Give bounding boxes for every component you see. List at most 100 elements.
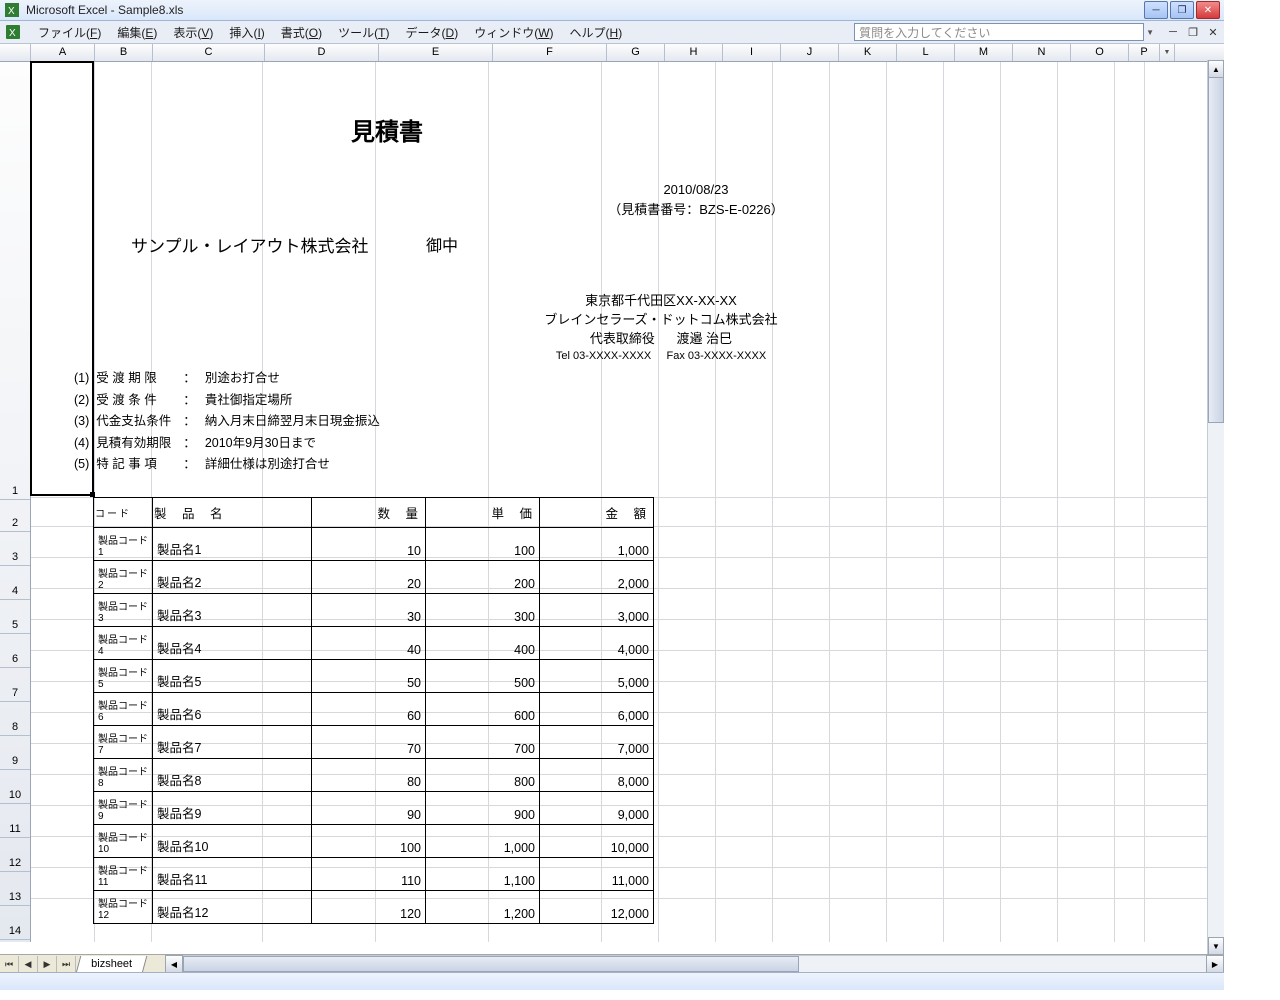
ask-question-box[interactable]: 質問を入力してください (854, 23, 1144, 41)
col-header-overflow-icon[interactable]: ▼ (1160, 44, 1175, 61)
menu-file[interactable]: ファイル(F) (30, 22, 109, 43)
select-all-corner[interactable] (0, 44, 31, 61)
row-header-4[interactable]: 4 (0, 566, 30, 600)
sheet-tab-active[interactable]: bizsheet (76, 956, 148, 973)
term-value: 詳細仕様は別途打合せ (204, 455, 381, 475)
menu-view[interactable]: 表示(V) (165, 22, 221, 43)
term-no: (5) (73, 455, 93, 475)
doc-restore-button[interactable]: ❐ (1186, 26, 1200, 38)
term-sep: ： (177, 391, 202, 411)
tab-nav-prev[interactable]: ◀ (19, 956, 38, 972)
menu-insert[interactable]: 挿入(I) (221, 22, 272, 43)
cell-qty: 100 (312, 825, 426, 858)
term-value: 納入月末日締翌月末日現金振込 (204, 412, 381, 432)
askbox-dropdown-icon[interactable]: ▼ (1146, 28, 1154, 37)
scroll-up-button[interactable]: ▲ (1208, 60, 1224, 78)
table-row: 製品コード4製品名4404004,000 (94, 627, 654, 660)
doc-minimize-button[interactable]: ─ (1166, 26, 1180, 38)
hscroll-track[interactable] (183, 955, 1206, 973)
menu-format[interactable]: 書式(O) (273, 22, 330, 43)
row-header-1[interactable]: 1 (0, 62, 30, 500)
row-header-3[interactable]: 3 (0, 532, 30, 566)
col-header-o[interactable]: O (1071, 44, 1129, 61)
col-header-f[interactable]: F (493, 44, 607, 61)
table-row: 製品コード1製品名1101001,000 (94, 528, 654, 561)
menu-help[interactable]: ヘルプ(H) (562, 22, 631, 43)
row-header-13[interactable]: 13 (0, 872, 30, 906)
col-header-b[interactable]: B (95, 44, 153, 61)
row-header-8[interactable]: 8 (0, 702, 30, 736)
term-sep: ： (177, 369, 202, 389)
cell-qty: 50 (312, 660, 426, 693)
col-header-h[interactable]: H (665, 44, 723, 61)
col-header-l[interactable]: L (897, 44, 955, 61)
vendor-tel: Tel 03-XXXX-XXXX (556, 350, 651, 362)
cell-qty: 70 (312, 726, 426, 759)
cell-qty: 90 (312, 792, 426, 825)
table-row: 製品コード6製品名6606006,000 (94, 693, 654, 726)
cell-price: 1,200 (426, 891, 540, 924)
vertical-scrollbar[interactable]: ▲ ▼ (1207, 60, 1224, 955)
col-header-p[interactable]: P (1129, 44, 1160, 61)
cell-amount: 1,000 (540, 528, 654, 561)
term-no: (3) (73, 412, 93, 432)
close-button[interactable]: ✕ (1196, 1, 1220, 19)
table-row: 製品コード12製品名121201,20012,000 (94, 891, 654, 924)
scroll-down-button[interactable]: ▼ (1208, 937, 1224, 955)
cell-name: 製品名9 (153, 792, 312, 825)
hscroll-right-button[interactable]: ▶ (1206, 955, 1224, 973)
tab-nav-last[interactable]: ⏭ (57, 956, 76, 972)
row-header-10[interactable]: 10 (0, 770, 30, 804)
col-header-m[interactable]: M (955, 44, 1013, 61)
cell-qty: 20 (312, 561, 426, 594)
cell-code: 製品コード7 (94, 726, 153, 759)
cell-name: 製品名6 (153, 693, 312, 726)
col-header-a[interactable]: A (31, 44, 95, 61)
col-header-c[interactable]: C (153, 44, 265, 61)
grid-cells[interactable]: 見積書 2010/08/23 （見積書番号：BZS-E-0226） サンプル・レ… (31, 62, 1224, 942)
row-header-7[interactable]: 7 (0, 668, 30, 702)
cell-name: 製品名8 (153, 759, 312, 792)
tab-nav-first[interactable]: ⏮ (0, 956, 19, 972)
row-header-12[interactable]: 12 (0, 838, 30, 872)
col-header-i[interactable]: I (723, 44, 781, 61)
row-header-11[interactable]: 11 (0, 804, 30, 838)
cell-code: 製品コード3 (94, 594, 153, 627)
cell-code: 製品コード8 (94, 759, 153, 792)
quote-date-block: 2010/08/23 （見積書番号：BZS-E-0226） (591, 180, 801, 219)
row-header-6[interactable]: 6 (0, 634, 30, 668)
menu-data[interactable]: データ(D) (398, 22, 467, 43)
row-headers: 1234567891011121314 (0, 62, 31, 942)
col-header-g[interactable]: G (607, 44, 665, 61)
doc-close-button[interactable]: ✕ (1206, 26, 1220, 38)
hscroll-left-button[interactable]: ◀ (165, 955, 183, 973)
row-header-9[interactable]: 9 (0, 736, 30, 770)
col-header-j[interactable]: J (781, 44, 839, 61)
svg-text:X: X (9, 28, 16, 39)
table-row: 製品コード3製品名3303003,000 (94, 594, 654, 627)
maximize-button[interactable]: ❐ (1170, 1, 1194, 19)
col-header-n[interactable]: N (1013, 44, 1071, 61)
row-header-2[interactable]: 2 (0, 500, 30, 532)
menu-edit[interactable]: 編集(E) (109, 22, 165, 43)
menu-window[interactable]: ウィンドウ(W) (466, 22, 561, 43)
cell-code: 製品コード6 (94, 693, 153, 726)
row-header-5[interactable]: 5 (0, 600, 30, 634)
cell-qty: 60 (312, 693, 426, 726)
table-row: 製品コード10製品名101001,00010,000 (94, 825, 654, 858)
vscroll-thumb[interactable] (1208, 77, 1224, 423)
cell-qty: 120 (312, 891, 426, 924)
term-no: (1) (73, 369, 93, 389)
hscroll-thumb[interactable] (183, 956, 799, 972)
term-value: 2010年9月30日まで (204, 434, 381, 454)
cell-name: 製品名10 (153, 825, 312, 858)
minimize-button[interactable]: ─ (1144, 1, 1168, 19)
col-header-e[interactable]: E (379, 44, 493, 61)
menu-tools[interactable]: ツール(T) (330, 22, 397, 43)
term-label: 受 渡 期 限 (95, 369, 175, 389)
col-header-k[interactable]: K (839, 44, 897, 61)
row-header-14[interactable]: 14 (0, 906, 30, 940)
tab-nav-next[interactable]: ▶ (38, 956, 57, 972)
app-icon[interactable]: X (4, 23, 22, 41)
col-header-d[interactable]: D (265, 44, 379, 61)
